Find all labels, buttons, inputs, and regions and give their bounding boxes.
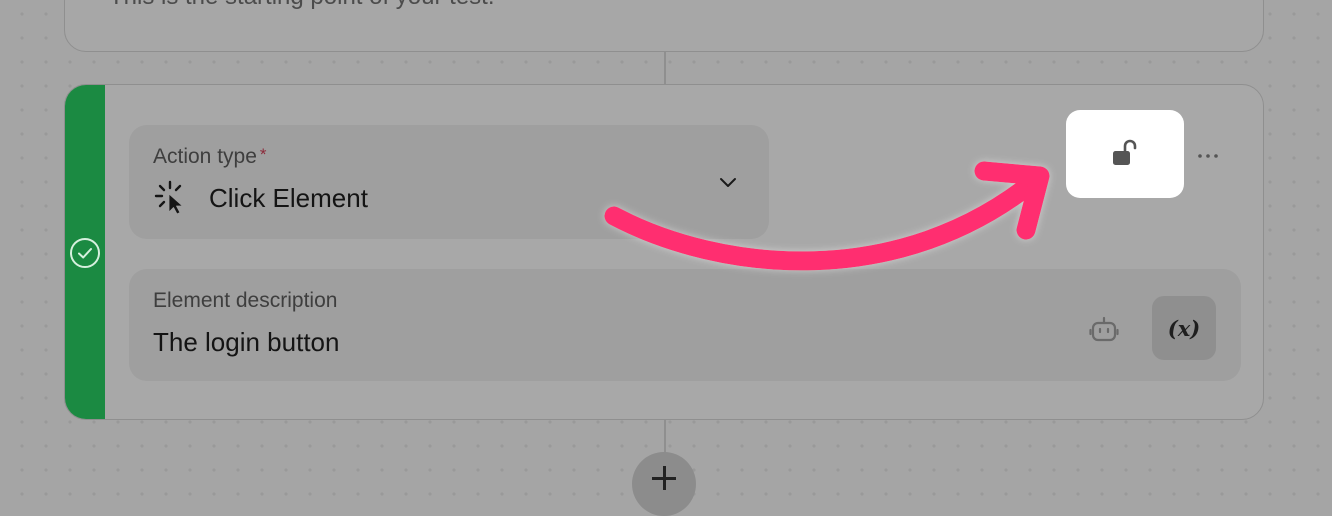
action-type-value: Click Element (209, 183, 368, 213)
insert-variable-button[interactable]: (x) (1152, 296, 1216, 360)
element-description-field[interactable]: Element description The login button (129, 269, 1241, 381)
action-type-select[interactable]: Action type * Click Element (129, 125, 769, 239)
more-options-button[interactable] (1192, 142, 1224, 170)
chevron-down-icon[interactable] (717, 171, 739, 193)
robot-icon (1089, 316, 1119, 342)
flow-connector-top (664, 50, 666, 86)
ellipsis-icon (1198, 154, 1218, 158)
previous-step-card[interactable]: This is the starting point of your test. (64, 0, 1264, 52)
click-pointer-icon (154, 180, 183, 215)
lock-toggle-button[interactable] (1066, 110, 1184, 198)
ai-assist-button[interactable] (1084, 312, 1124, 348)
add-step-button[interactable] (632, 452, 696, 516)
check-circle-icon (70, 238, 100, 268)
previous-step-description: This is the starting point of your test. (109, 0, 495, 11)
required-marker: * (259, 145, 267, 164)
element-description-value: The login button (153, 327, 340, 357)
element-description-label: Element description (153, 289, 338, 312)
step-status-strip (65, 85, 105, 419)
action-type-label: Action type * (153, 145, 267, 168)
unlock-icon (1113, 139, 1137, 165)
